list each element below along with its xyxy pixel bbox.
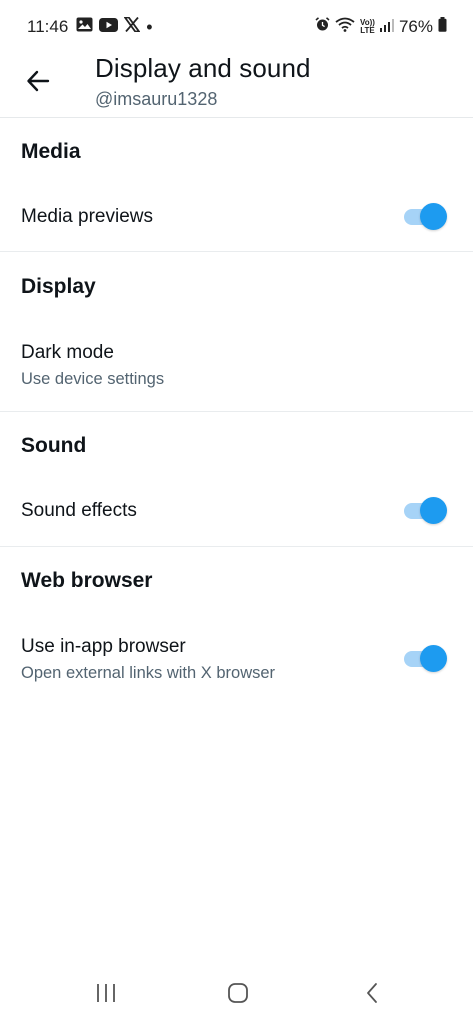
recent-apps-button[interactable] [86,978,126,1008]
signal-icon [379,17,394,37]
battery-icon [438,17,447,37]
notification-dot-icon: • [146,17,153,37]
sound-effects-label: Sound effects [21,500,137,521]
display-and-sound-screen: 11:46 • Vo)) LTE 76% Display and sound @… [0,0,473,1024]
in-app-browser-toggle[interactable] [404,644,448,672]
x-logo-icon [123,16,142,37]
section-title-web-browser: Web browser [21,569,153,592]
chevron-left-icon [367,983,377,1003]
status-time: 11:46 [27,17,69,36]
dark-mode-row[interactable]: Dark mode Use device settings [0,330,473,406]
back-button[interactable] [18,63,58,99]
page-title: Display and sound [95,53,311,83]
toggle-knob [420,203,447,230]
battery-percent: 76% [398,17,433,36]
divider [0,411,473,412]
dark-mode-label: Dark mode [21,342,114,363]
volte-icon: Vo)) LTE [360,18,375,35]
system-navigation-bar [0,960,473,1024]
wifi-icon [335,17,355,37]
sound-effects-row[interactable]: Sound effects [0,480,473,544]
arrow-left-icon [27,70,50,92]
in-app-browser-label: Use in-app browser [21,636,186,657]
gallery-icon [76,17,93,37]
section-title-display: Display [21,275,96,298]
dark-mode-value: Use device settings [21,370,165,388]
in-app-browser-description: Open external links with X browser [21,664,276,682]
media-previews-toggle[interactable] [404,202,448,230]
alarm-icon [315,17,330,37]
top-app-bar: Display and sound @imsauru1328 [0,48,473,118]
recent-apps-icon [97,984,115,1002]
divider [0,546,473,547]
section-title-media: Media [21,140,81,163]
home-icon [228,983,248,1003]
in-app-browser-row[interactable]: Use in-app browser Open external links w… [0,624,473,700]
youtube-icon [99,17,119,37]
back-nav-button[interactable] [352,978,392,1008]
sound-effects-toggle[interactable] [404,496,448,524]
home-button[interactable] [218,978,258,1008]
status-bar-right: Vo)) LTE 76% [315,17,447,37]
media-previews-row[interactable]: Media previews [0,186,473,250]
toggle-knob [420,497,447,524]
section-title-sound: Sound [21,434,87,457]
status-bar-left: 11:46 • [27,16,153,37]
media-previews-label: Media previews [21,206,153,227]
divider [0,251,473,252]
toggle-knob [420,645,447,672]
account-handle: @imsauru1328 [95,89,218,109]
